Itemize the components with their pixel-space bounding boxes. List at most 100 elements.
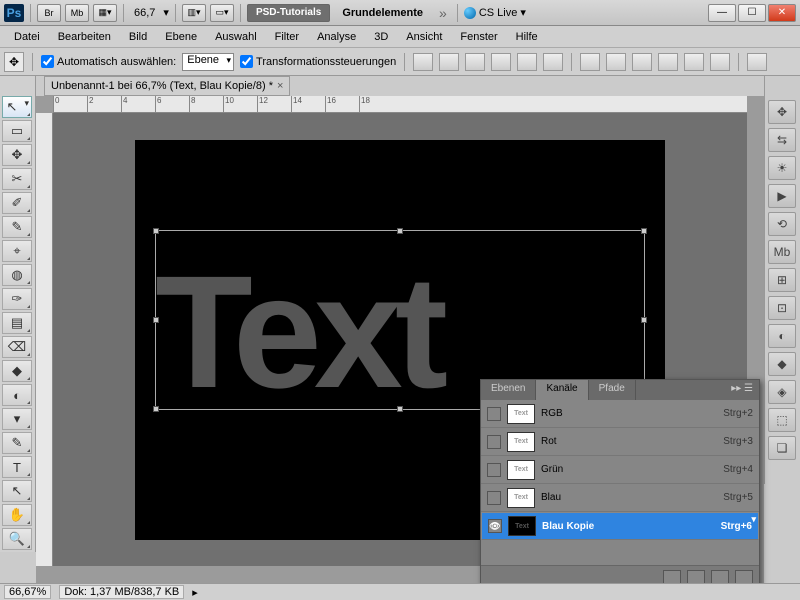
tool-button[interactable]: ✑ xyxy=(2,288,32,310)
panel-icon[interactable]: ⟲ xyxy=(768,212,796,236)
menu-3d[interactable]: 3D xyxy=(366,28,396,46)
distribute-icon[interactable] xyxy=(632,53,652,71)
panel-icon[interactable]: ⇆ xyxy=(768,128,796,152)
distribute-icon[interactable] xyxy=(580,53,600,71)
panel-icon[interactable]: Mb xyxy=(768,240,796,264)
transform-handle[interactable] xyxy=(641,317,647,323)
auto-select-dropdown[interactable]: Ebene xyxy=(182,53,234,71)
maximize-button[interactable]: ☐ xyxy=(738,4,766,22)
status-zoom[interactable]: 66,67% xyxy=(4,585,51,599)
panel-icon[interactable]: ◈ xyxy=(768,380,796,404)
save-selection-icon[interactable] xyxy=(687,570,705,584)
tool-button[interactable]: ◍ xyxy=(2,264,32,286)
workspace-psdtutorials[interactable]: PSD-Tutorials xyxy=(247,4,330,22)
menu-ansicht[interactable]: Ansicht xyxy=(398,28,450,46)
panel-icon[interactable]: ▶ xyxy=(768,184,796,208)
auto-select-checkbox[interactable]: Automatisch auswählen: xyxy=(41,55,176,68)
cs-live-button[interactable]: CS Live▾ xyxy=(464,6,526,19)
align-icon[interactable] xyxy=(439,53,459,71)
menu-hilfe[interactable]: Hilfe xyxy=(508,28,546,46)
distribute-icon[interactable] xyxy=(606,53,626,71)
panel-icon[interactable]: ✥ xyxy=(768,100,796,124)
transform-controls-checkbox[interactable]: Transformationssteuerungen xyxy=(240,55,396,68)
minimize-button[interactable]: — xyxy=(708,4,736,22)
screen-mode-button[interactable]: ▭▾ xyxy=(210,4,234,22)
panel-tab-ebenen[interactable]: Ebenen xyxy=(481,380,536,400)
panel-icon[interactable]: ◆ xyxy=(768,352,796,376)
document-tab[interactable]: Unbenannt-1 bei 66,7% (Text, Blau Kopie/… xyxy=(44,76,290,96)
tool-button[interactable]: ↖ xyxy=(2,96,32,118)
workspace-more-icon[interactable]: » xyxy=(435,5,451,21)
panel-icon[interactable]: ◐ xyxy=(768,324,796,348)
menu-analyse[interactable]: Analyse xyxy=(309,28,364,46)
tool-button[interactable]: ⌫ xyxy=(2,336,32,358)
close-button[interactable]: ✕ xyxy=(768,4,796,22)
tool-button[interactable]: ✥ xyxy=(2,144,32,166)
distribute-icon[interactable] xyxy=(684,53,704,71)
align-icon[interactable] xyxy=(491,53,511,71)
minibridge-button[interactable]: Mb xyxy=(65,4,89,22)
channel-row[interactable]: TextGrünStrg+4 xyxy=(481,456,759,484)
zoom-level[interactable]: 66,7 xyxy=(130,6,159,20)
visibility-toggle[interactable] xyxy=(487,491,501,505)
auto-align-icon[interactable] xyxy=(747,53,767,71)
panel-icon[interactable]: ⬚ xyxy=(768,408,796,432)
tool-button[interactable]: ▾ xyxy=(2,408,32,430)
delete-channel-icon[interactable] xyxy=(735,570,753,584)
channels-panel[interactable]: EbenenKanälePfade ▸▸ ☰ TextRGBStrg+2TextR… xyxy=(480,379,760,588)
load-selection-icon[interactable] xyxy=(663,570,681,584)
workspace-grundelemente[interactable]: Grundelemente xyxy=(334,7,431,19)
close-tab-icon[interactable]: × xyxy=(277,80,283,92)
tool-button[interactable]: ▤ xyxy=(2,312,32,334)
align-icon[interactable] xyxy=(413,53,433,71)
transform-handle[interactable] xyxy=(641,228,647,234)
panel-menu-icon[interactable]: ▸▸ ☰ xyxy=(725,380,759,400)
tool-button[interactable]: ✎ xyxy=(2,432,32,454)
tool-button[interactable]: ◐ xyxy=(2,384,32,406)
transform-handle[interactable] xyxy=(153,406,159,412)
distribute-icon[interactable] xyxy=(710,53,730,71)
menu-ebene[interactable]: Ebene xyxy=(157,28,205,46)
panel-icon[interactable]: ⊞ xyxy=(768,268,796,292)
tool-button[interactable]: ✋ xyxy=(2,504,32,526)
menu-bild[interactable]: Bild xyxy=(121,28,155,46)
menu-bearbeiten[interactable]: Bearbeiten xyxy=(50,28,119,46)
visibility-toggle[interactable] xyxy=(488,519,502,533)
transform-handle[interactable] xyxy=(397,406,403,412)
align-icon[interactable] xyxy=(517,53,537,71)
menu-auswahl[interactable]: Auswahl xyxy=(207,28,265,46)
distribute-icon[interactable] xyxy=(658,53,678,71)
transform-handle[interactable] xyxy=(397,228,403,234)
channel-row[interactable]: TextRGBStrg+2 xyxy=(481,400,759,428)
visibility-toggle[interactable] xyxy=(487,463,501,477)
tool-button[interactable]: ✐ xyxy=(2,192,32,214)
transform-handle[interactable] xyxy=(153,317,159,323)
tool-button[interactable]: ◆ xyxy=(2,360,32,382)
panel-tab-kanäle[interactable]: Kanäle xyxy=(536,380,588,400)
menu-fenster[interactable]: Fenster xyxy=(452,28,505,46)
panel-icon[interactable]: ⊡ xyxy=(768,296,796,320)
tool-button[interactable]: ⌖ xyxy=(2,240,32,262)
arrange-button[interactable]: ▥▾ xyxy=(182,4,206,22)
tool-button[interactable]: ✂ xyxy=(2,168,32,190)
menu-filter[interactable]: Filter xyxy=(267,28,307,46)
channel-row[interactable]: TextRotStrg+3 xyxy=(481,428,759,456)
channel-row[interactable]: TextBlauStrg+5 xyxy=(481,484,759,512)
status-docinfo[interactable]: Dok: 1,37 MB/838,7 KB xyxy=(59,585,184,599)
tool-button[interactable]: ▭ xyxy=(2,120,32,142)
panel-tab-pfade[interactable]: Pfade xyxy=(589,380,636,400)
align-icon[interactable] xyxy=(543,53,563,71)
new-channel-icon[interactable] xyxy=(711,570,729,584)
menu-datei[interactable]: Datei xyxy=(6,28,48,46)
visibility-toggle[interactable] xyxy=(487,435,501,449)
tool-button[interactable]: T xyxy=(2,456,32,478)
visibility-toggle[interactable] xyxy=(487,407,501,421)
transform-handle[interactable] xyxy=(153,228,159,234)
channel-row[interactable]: TextBlau KopieStrg+6 xyxy=(481,512,759,540)
tool-button[interactable]: ✎ xyxy=(2,216,32,238)
align-icon[interactable] xyxy=(465,53,485,71)
bridge-button[interactable]: Br xyxy=(37,4,61,22)
panel-icon[interactable]: ❏ xyxy=(768,436,796,460)
view-extras-button[interactable]: ▦▾ xyxy=(93,4,117,22)
tool-button[interactable]: ↖ xyxy=(2,480,32,502)
